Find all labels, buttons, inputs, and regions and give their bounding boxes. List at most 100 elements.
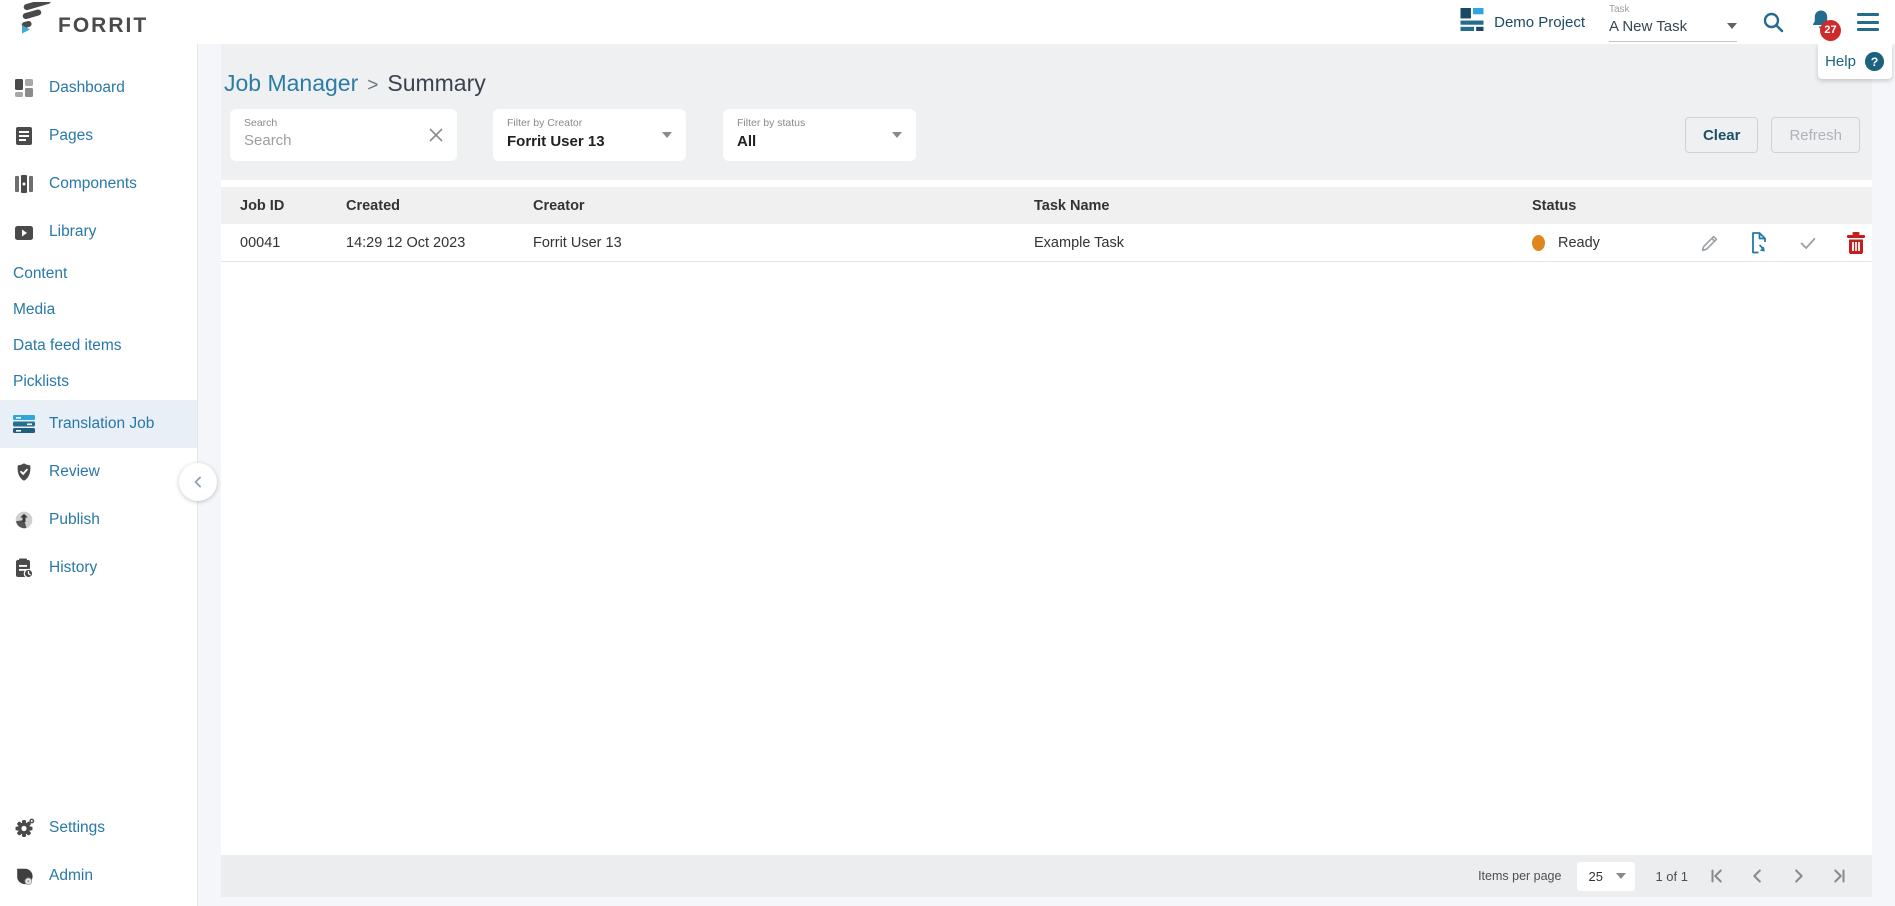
sidebar-item-library[interactable]: Library [0, 208, 197, 256]
pagination-bar: Items per page 25 1 of 1 [221, 855, 1872, 897]
status-ready-dot [1532, 235, 1545, 251]
pages-icon [13, 126, 35, 146]
column-header-task-name: Task Name [1034, 198, 1532, 214]
cell-status: Ready [1532, 235, 1692, 251]
components-icon [13, 174, 35, 194]
complete-job-button[interactable] [1797, 232, 1819, 254]
review-icon [13, 462, 35, 482]
sidebar-item-label: Pages [49, 127, 93, 145]
sidebar-item-admin[interactable]: Admin [0, 852, 196, 900]
chevron-left-icon [188, 472, 208, 492]
project-name: Demo Project [1494, 14, 1585, 31]
cell-created: 14:29 12 Oct 2023 [346, 235, 533, 251]
dashboard-icon [13, 78, 35, 98]
table-header-row: Job ID Created Creator Task Name Status [221, 187, 1872, 224]
help-label: Help [1825, 53, 1856, 70]
column-header-job-id: Job ID [240, 198, 346, 214]
sidebar-item-review[interactable]: Review [0, 448, 197, 496]
column-header-creator: Creator [533, 198, 1034, 214]
first-page-icon [1707, 865, 1729, 887]
chevron-down-icon [1616, 873, 1626, 879]
creator-filter-value: Forrit User 13 [507, 133, 674, 150]
task-select-label: Task [1609, 5, 1737, 15]
sidebar-item-media[interactable]: Media [0, 292, 197, 328]
sidebar: Dashboard Pages Components [0, 44, 198, 906]
forrit-logo[interactable]: FORRIT [14, 2, 148, 43]
column-header-status: Status [1532, 198, 1692, 214]
sidebar-item-data-feed-items[interactable]: Data feed items [0, 328, 197, 364]
notifications-button[interactable]: 27 [1809, 8, 1833, 37]
settings-icon [13, 818, 35, 839]
sidebar-item-components[interactable]: Components [0, 160, 197, 208]
last-page-icon [1827, 865, 1849, 887]
chevron-right-icon [1787, 865, 1809, 887]
table-row[interactable]: 00041 14:29 12 Oct 2023 Forrit User 13 E… [221, 224, 1872, 262]
history-icon [13, 558, 35, 579]
creator-filter-select[interactable]: Filter by Creator Forrit User 13 [493, 109, 686, 161]
items-per-page-label: Items per page [1478, 869, 1561, 883]
sidebar-item-dashboard[interactable]: Dashboard [0, 64, 197, 112]
svg-text:?: ? [1871, 55, 1879, 69]
status-filter-select[interactable]: Filter by status All [723, 109, 916, 161]
sidebar-item-content[interactable]: Content [0, 256, 197, 292]
column-header-created: Created [346, 198, 533, 214]
search-filter-card: Search [230, 109, 457, 161]
last-page-button[interactable] [1818, 865, 1858, 887]
breadcrumb-job-manager[interactable]: Job Manager [224, 70, 358, 97]
breadcrumb-summary: Summary [387, 70, 485, 97]
sidebar-item-label: Admin [49, 867, 93, 885]
library-icon [13, 223, 35, 241]
task-select[interactable]: Task A New Task [1609, 3, 1737, 42]
sidebar-item-label: Media [13, 301, 55, 319]
edit-job-button[interactable] [1699, 232, 1721, 254]
sidebar-collapse-button[interactable] [179, 463, 217, 501]
sidebar-item-label: Library [49, 223, 96, 241]
sidebar-item-label: Settings [49, 819, 105, 837]
sidebar-item-picklists[interactable]: Picklists [0, 364, 197, 400]
help-menu-item[interactable]: Help ? [1818, 44, 1892, 79]
project-switcher[interactable]: Demo Project [1460, 8, 1585, 36]
sidebar-item-translation-job[interactable]: Translation Job [0, 400, 197, 448]
sidebar-item-label: Picklists [13, 373, 69, 391]
translation-job-icon [13, 414, 35, 434]
search-field-label: Search [244, 117, 445, 129]
project-grid-icon [1460, 8, 1484, 36]
page-range-label: 1 of 1 [1655, 869, 1688, 884]
chevron-left-icon [1747, 865, 1769, 887]
jobs-table: Job ID Created Creator Task Name Status … [221, 180, 1872, 855]
first-page-button[interactable] [1698, 865, 1738, 887]
sidebar-item-label: Dashboard [49, 79, 125, 97]
sidebar-item-publish[interactable]: Publish [0, 496, 197, 544]
delete-job-button[interactable] [1846, 231, 1866, 255]
admin-icon [13, 866, 35, 886]
creator-filter-label: Filter by Creator [507, 117, 674, 129]
search-icon [1761, 10, 1785, 34]
search-input[interactable] [244, 132, 414, 149]
hamburger-icon [1857, 13, 1879, 16]
open-job-file-button[interactable] [1748, 231, 1770, 255]
row-actions [1692, 231, 1872, 255]
cell-creator: Forrit User 13 [533, 235, 1034, 251]
refresh-button[interactable]: Refresh [1771, 117, 1860, 153]
sidebar-item-pages[interactable]: Pages [0, 112, 197, 160]
menu-button[interactable] [1857, 13, 1879, 31]
next-page-button[interactable] [1778, 865, 1818, 887]
chevron-down-icon [1727, 23, 1737, 29]
app-header: FORRIT Demo Project Task A New Task [0, 0, 1895, 44]
previous-page-button[interactable] [1738, 865, 1778, 887]
sidebar-item-settings[interactable]: Settings [0, 804, 196, 852]
clear-search-button[interactable] [427, 126, 445, 149]
notification-count-badge: 27 [1820, 20, 1841, 41]
sidebar-item-label: History [49, 559, 97, 577]
close-icon [427, 126, 445, 144]
sidebar-item-history[interactable]: History [0, 544, 197, 592]
forrit-logo-text: FORRIT [58, 14, 148, 38]
clear-button[interactable]: Clear [1685, 117, 1759, 153]
search-button[interactable] [1761, 10, 1785, 34]
sidebar-item-label: Review [49, 463, 100, 481]
items-per-page-select[interactable]: 25 [1577, 862, 1635, 891]
sidebar-item-label: Data feed items [13, 337, 122, 355]
items-per-page-value: 25 [1588, 869, 1602, 884]
breadcrumb-separator: > [367, 75, 378, 97]
status-badge: Ready [1558, 235, 1600, 251]
